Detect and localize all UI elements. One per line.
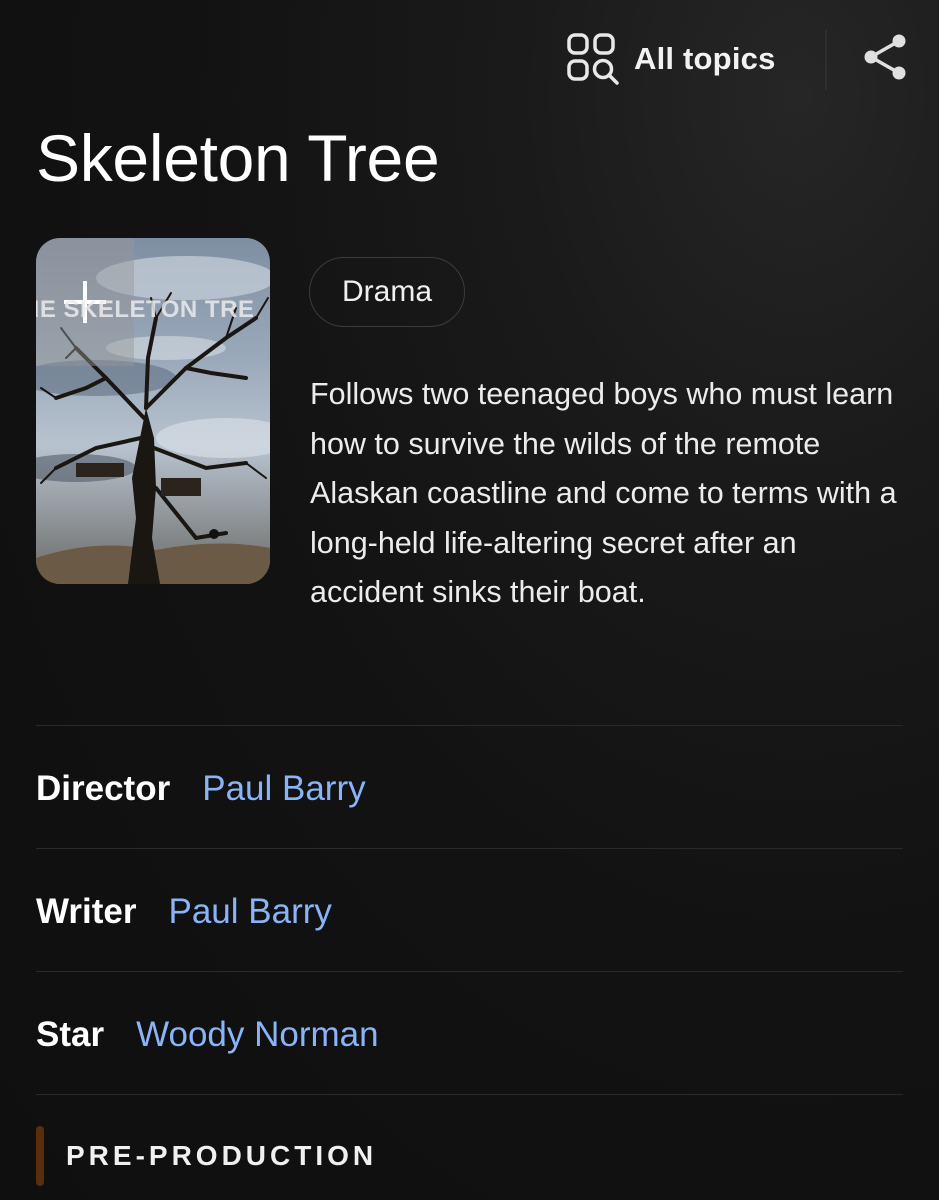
credit-row-star: Star Woody Norman (36, 1005, 379, 1065)
star-link[interactable]: Woody Norman (136, 1015, 379, 1055)
credit-row-writer: Writer Paul Barry (36, 882, 332, 942)
description: Follows two teenaged boys who must learn… (310, 377, 897, 610)
top-bar: All topics (0, 0, 939, 118)
credit-label: Writer (36, 892, 137, 931)
poster-title-text: HE SKELETON TRE (36, 296, 255, 323)
credit-label: Director (36, 769, 171, 808)
credit-row-director: Director Paul Barry (36, 759, 366, 819)
page-title: Skeleton Tree (36, 121, 440, 195)
divider (36, 1094, 903, 1095)
topbar-divider (825, 30, 827, 90)
status-accent-bar (36, 1126, 44, 1186)
credit-label: Star (36, 1015, 105, 1054)
director-link[interactable]: Paul Barry (202, 769, 365, 809)
divider (36, 971, 903, 972)
genre-chip[interactable]: Drama (309, 257, 466, 327)
share-icon (860, 32, 910, 87)
share-button[interactable] (856, 30, 914, 88)
grid-search-icon (566, 32, 620, 86)
all-topics-button[interactable]: All topics (566, 30, 776, 88)
all-topics-label: All topics (634, 41, 776, 76)
poster-image[interactable]: HE SKELETON TRE (36, 238, 270, 584)
divider (36, 848, 903, 849)
knowledge-panel: All topics Skeleton Tree HE SKELETON TRE… (0, 0, 939, 1200)
divider (36, 725, 903, 726)
production-status: PRE-PRODUCTION (36, 1126, 377, 1186)
writer-link[interactable]: Paul Barry (169, 892, 332, 932)
status-label: PRE-PRODUCTION (66, 1140, 378, 1171)
